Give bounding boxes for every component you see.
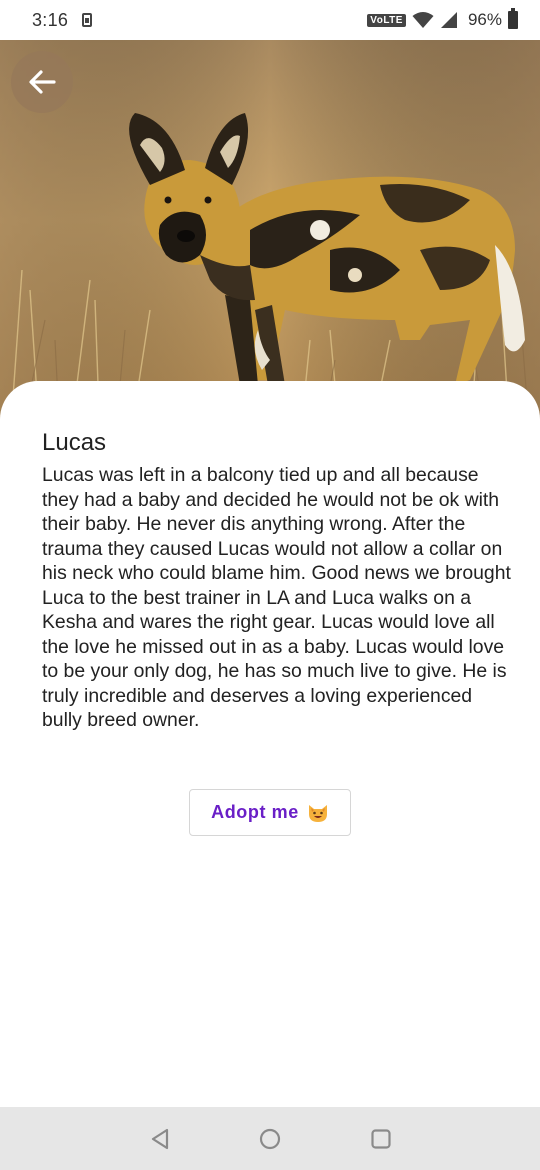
nav-back-icon[interactable] [148, 1127, 172, 1151]
pet-photo [0, 40, 540, 440]
battery-percent: 96% [467, 10, 502, 29]
wifi-icon [412, 12, 434, 28]
sim-card-icon [82, 13, 93, 27]
pet-details-card: Lucas Lucas was left in a balcony tied u… [0, 381, 540, 1111]
nav-home-icon[interactable] [258, 1127, 282, 1151]
pet-description: Lucas was left in a balcony tied up and … [42, 464, 511, 731]
status-bar: 3:16 VoLTE 96% [0, 0, 540, 40]
status-time: 3:16 [32, 9, 69, 30]
volte-badge: VoLTE [367, 13, 406, 27]
system-navigation-bar [0, 1107, 540, 1170]
nav-recents-icon[interactable] [369, 1127, 393, 1151]
smiling-cat-emoji-icon [308, 804, 327, 822]
cell-signal-icon [440, 12, 457, 28]
adopt-button[interactable]: Adopt me [189, 789, 351, 836]
adopt-button-label: Adopt me [211, 802, 299, 822]
status-indicators: VoLTE 96% [367, 8, 518, 30]
back-button[interactable] [11, 51, 73, 113]
pet-name: Lucas [42, 429, 107, 456]
battery-icon [508, 8, 518, 29]
arrow-left-icon [29, 70, 56, 94]
